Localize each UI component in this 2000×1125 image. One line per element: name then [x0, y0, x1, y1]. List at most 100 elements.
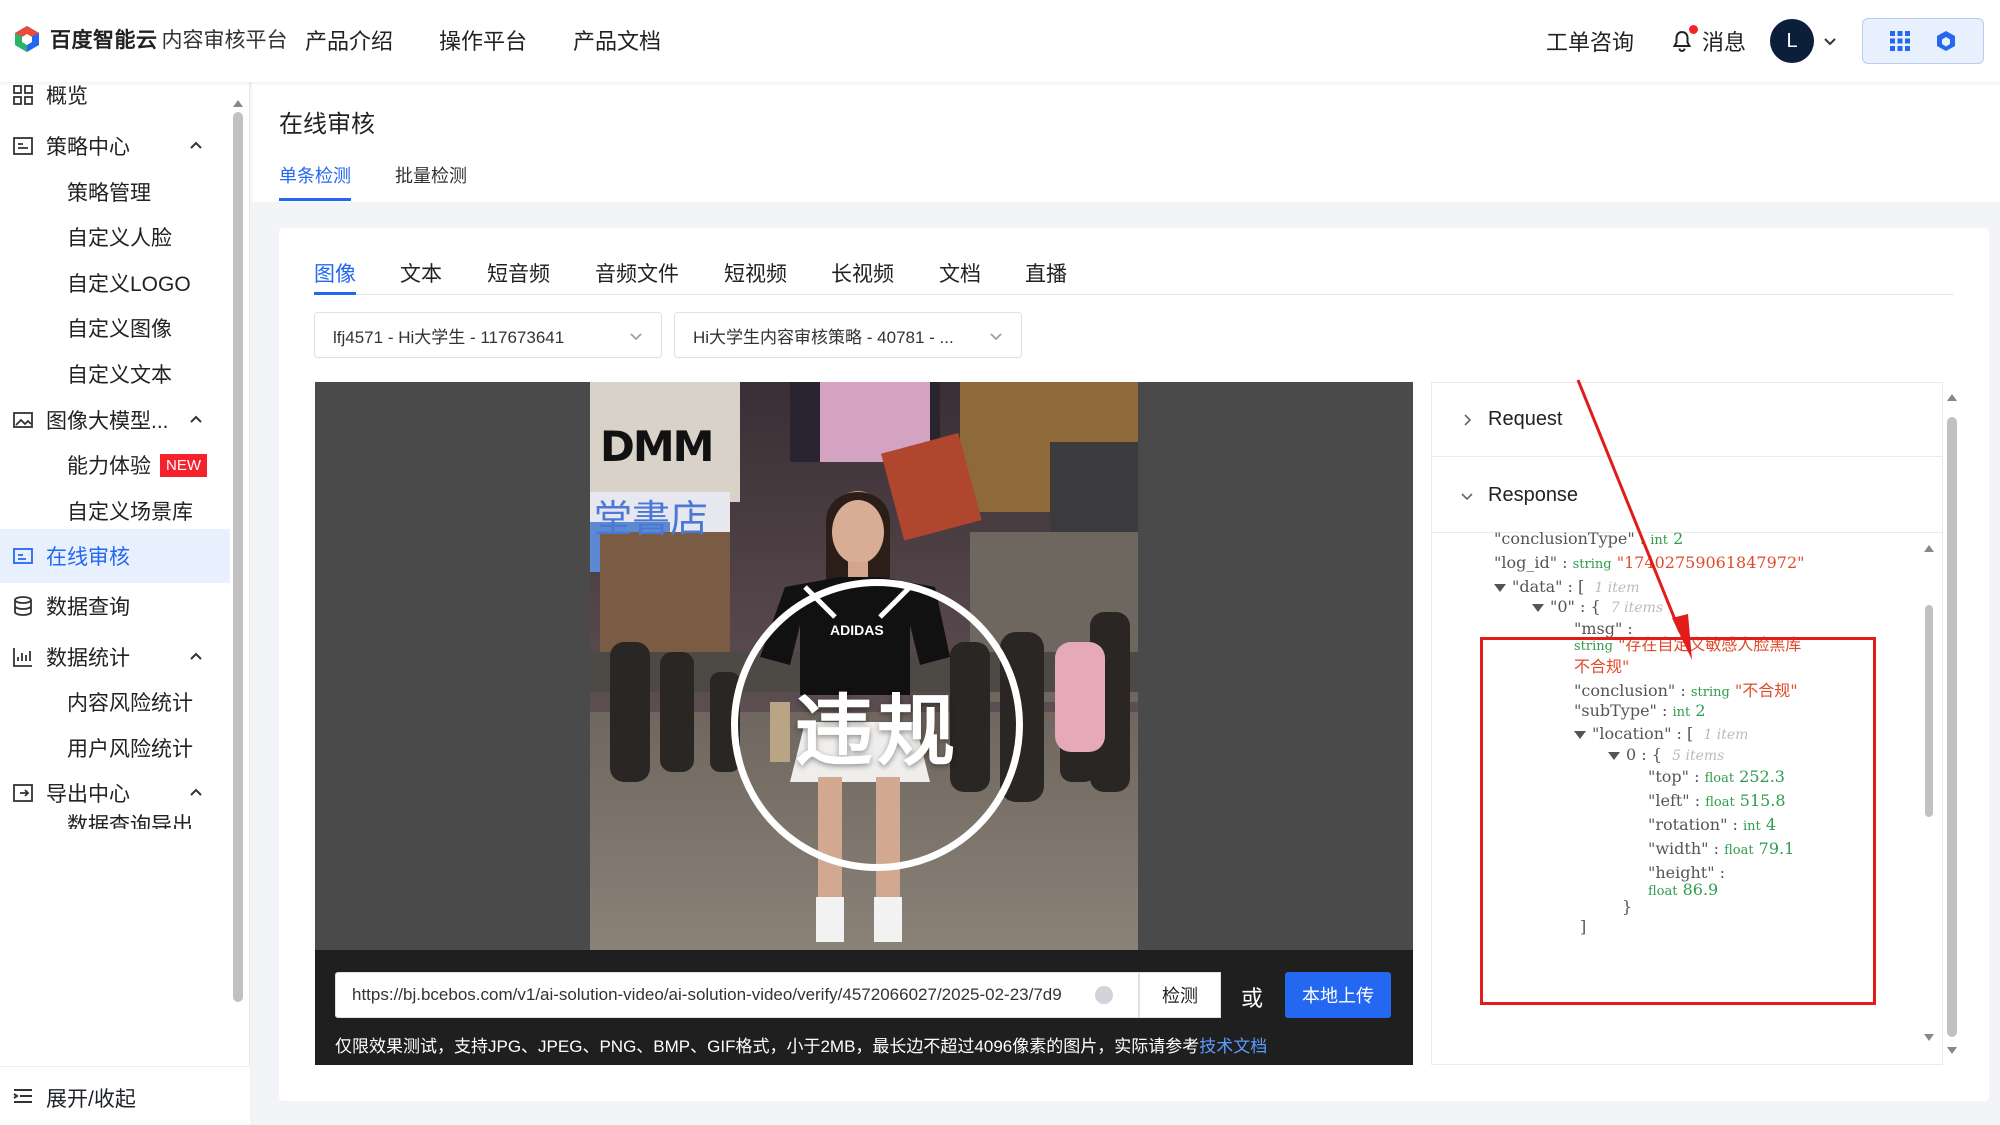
violation-stamp: 违规 [731, 579, 1023, 871]
local-upload-button[interactable]: 本地上传 [1285, 972, 1391, 1018]
tab-audio-file[interactable]: 音频文件 [595, 258, 679, 288]
json-line-rotation: "rotation" : int 4 [1648, 815, 1777, 834]
or-separator: 或 [1241, 986, 1264, 1011]
baidu-cloud-logo-icon [15, 26, 39, 52]
json-line-left: "left" : float 515.8 [1648, 791, 1786, 810]
chevron-down-icon[interactable] [1822, 33, 1838, 49]
tab-text[interactable]: 文本 [400, 258, 442, 288]
expand-caret-icon[interactable] [1494, 583, 1506, 592]
sidebar-toggle[interactable]: 展开/收起 [0, 1066, 250, 1125]
scrollbar-thumb[interactable] [1925, 605, 1933, 817]
expand-caret-icon[interactable] [1532, 603, 1544, 612]
chevron-down-icon [1461, 492, 1473, 500]
sidebar-label: 自定义文本 [67, 364, 172, 387]
image-url-input[interactable]: https://bj.bcebos.com/v1/ai-solution-vid… [335, 972, 1139, 1018]
topnav-docs[interactable]: 产品文档 [573, 24, 661, 56]
chevron-right-icon [1464, 413, 1472, 426]
tab-ink-bar [314, 292, 356, 295]
avatar[interactable]: L [1770, 19, 1814, 63]
sidebar-label: 能力体验 [67, 455, 151, 478]
chevron-down-icon [990, 333, 1002, 341]
sidebar-label: 概览 [46, 85, 88, 108]
panel-scrollbar[interactable] [1943, 382, 1961, 1065]
strategy-icon [13, 137, 33, 155]
brand-name: 百度智能云 [50, 29, 158, 52]
app-select[interactable]: lfj4571 - Hi大学生 - 117673641 [314, 312, 662, 358]
sidebar-label: 数据查询 [46, 596, 130, 619]
sidebar-label: 图像大模型... [46, 410, 169, 433]
sidebar: 概览 策略中心 策略管理 自定义人脸 自定义LOGO 自定义图像 自定义文本 图… [0, 82, 250, 1125]
chevron-up-icon[interactable] [188, 649, 204, 665]
topnav-console[interactable]: 操作平台 [439, 24, 527, 56]
apps-grid-icon[interactable] [1889, 30, 1911, 52]
detect-button[interactable]: 检测 [1139, 972, 1221, 1018]
chevron-up-icon[interactable] [188, 412, 204, 428]
page-title: 在线审核 [279, 111, 375, 138]
chevron-down-icon [630, 333, 642, 341]
json-scrollbar[interactable] [1922, 543, 1936, 1043]
chart-icon [13, 648, 32, 667]
scroll-down-icon[interactable] [1945, 1046, 1959, 1056]
chevron-up-icon[interactable] [188, 785, 204, 801]
expand-caret-icon[interactable] [1574, 730, 1586, 739]
sidebar-label: 自定义LOGO [67, 273, 191, 296]
tab-single-detect[interactable]: 单条检测 [279, 162, 351, 188]
tab-batch-detect[interactable]: 批量检测 [395, 162, 467, 188]
clear-input-icon[interactable] [1095, 986, 1113, 1004]
chevron-up-icon[interactable] [188, 138, 204, 154]
url-bar: https://bj.bcebos.com/v1/ai-solution-vid… [315, 950, 1413, 1065]
sidebar-scrollbar[interactable] [232, 100, 244, 1088]
strategy-select[interactable]: Hi大学生内容审核策略 - 40781 - ... [674, 312, 1022, 358]
sign-bookstore: 堂書店 [594, 497, 709, 541]
sidebar-label: 自定义图像 [67, 318, 172, 341]
tab-image[interactable]: 图像 [314, 258, 356, 295]
page-header: 在线审核 单条检测 批量检测 [252, 82, 2000, 202]
sidebar-item-data-export[interactable]: 数据查询导出 [0, 805, 230, 829]
top-bar: 百度智能云 内容审核平台 产品介绍 操作平台 产品文档 工单咨询 消息 L [0, 0, 2000, 82]
tab-short-audio[interactable]: 短音频 [487, 258, 550, 288]
messages-link[interactable]: 消息 [1702, 25, 1746, 57]
bell-icon[interactable] [1670, 25, 1698, 53]
topnav-product-intro[interactable]: 产品介绍 [305, 24, 393, 56]
tech-docs-link[interactable]: 技术文档 [1199, 1037, 1267, 1056]
tab-long-video[interactable]: 长视频 [831, 258, 894, 288]
json-line-location[interactable]: "location" : [ 1 item [1574, 724, 1748, 743]
annotation-arrow [1576, 379, 1692, 660]
tab-live[interactable]: 直播 [1025, 258, 1067, 288]
json-line-conclusion: "conclusion" : string "不合规" [1574, 681, 1798, 700]
json-line-location-0[interactable]: 0 : { 5 items [1608, 745, 1724, 764]
brand-product: 内容审核平台 [161, 29, 288, 52]
json-close-bracket: ] [1580, 917, 1587, 936]
online-review-icon [13, 548, 33, 564]
scrollbar-thumb[interactable] [1947, 417, 1957, 1037]
app-select-value: lfj4571 - Hi大学生 - 117673641 [333, 327, 565, 347]
sidebar-toggle-label: 展开/收起 [46, 1088, 136, 1111]
scroll-up-icon[interactable] [232, 98, 244, 108]
scrollbar-thumb[interactable] [233, 112, 243, 1002]
database-icon [14, 596, 32, 616]
json-line-top: "top" : float 252.3 [1648, 767, 1785, 786]
ticket-link[interactable]: 工单咨询 [1546, 25, 1634, 57]
sidebar-label: 数据统计 [46, 647, 130, 670]
app-switcher[interactable] [1862, 18, 1984, 64]
tab-document[interactable]: 文档 [939, 258, 981, 288]
sidebar-label: 数据查询导出 [67, 814, 193, 829]
scroll-down-icon[interactable] [1922, 1033, 1936, 1043]
expand-caret-icon[interactable] [1608, 751, 1620, 760]
sidebar-item-data-query[interactable]: 数据查询 [0, 579, 230, 633]
cube-icon[interactable] [1934, 29, 1958, 53]
sidebar-label: 在线审核 [46, 546, 130, 569]
sidebar-label: 策略管理 [67, 182, 151, 205]
json-line-width: "width" : float 79.1 [1648, 839, 1795, 858]
tab-short-video[interactable]: 短视频 [724, 258, 787, 288]
sign-dmm: DMM [600, 422, 714, 471]
tab-label: 图像 [314, 263, 356, 286]
top-right-actions: 工单咨询 消息 L [1546, 16, 1984, 66]
notification-dot [1688, 25, 1698, 34]
scroll-up-icon[interactable] [1922, 543, 1936, 553]
violation-label: 违规 [794, 687, 959, 775]
sidebar-label: 导出中心 [46, 783, 130, 806]
sidebar-item-online-review[interactable]: 在线审核 [0, 529, 230, 583]
brand-logo[interactable]: 百度智能云 内容审核平台 [12, 24, 288, 54]
scroll-up-icon[interactable] [1945, 392, 1959, 402]
